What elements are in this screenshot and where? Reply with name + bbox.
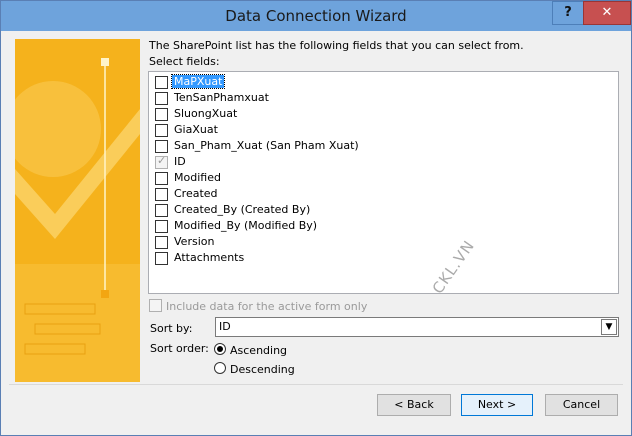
sort-by-label: Sort by: <box>150 322 193 335</box>
checkbox[interactable] <box>155 220 168 233</box>
field-label: TenSanPhamxuat <box>174 91 269 104</box>
field-label: Created_By (Created By) <box>174 203 311 216</box>
sort-order-label: Sort order: <box>150 342 209 355</box>
field-list[interactable]: CKL.VN MaPXuat TenSanPhamxuat SluongXuat… <box>148 71 619 298</box>
separator <box>9 384 623 385</box>
radio-label: Ascending <box>230 344 288 357</box>
close-button[interactable]: ✕ <box>583 1 631 25</box>
cancel-button[interactable]: Cancel <box>545 394 618 416</box>
title-bar[interactable]: Data Connection Wizard ? ✕ <box>1 1 631 31</box>
field-label: Version <box>174 235 215 248</box>
sort-by-value: ID <box>219 320 231 333</box>
radio-label: Descending <box>230 363 295 376</box>
checkbox <box>155 154 168 169</box>
sort-by-select[interactable]: ID ▼ <box>215 317 619 337</box>
checkbox[interactable] <box>155 76 168 89</box>
include-label: Include data for the active form only <box>166 300 368 313</box>
wizard-side-graphic <box>15 39 140 382</box>
checkbox[interactable] <box>155 172 168 185</box>
field-label: MaPXuat <box>170 74 226 89</box>
watermark: CKL.VN <box>428 236 479 298</box>
checkbox[interactable] <box>155 188 168 201</box>
intro-text: The SharePoint list has the following fi… <box>149 39 524 52</box>
include-active-form-option: Include data for the active form only <box>149 297 367 313</box>
checkbox[interactable] <box>155 124 168 137</box>
checkbox[interactable] <box>155 236 168 249</box>
window-title: Data Connection Wizard <box>225 7 407 25</box>
help-button[interactable]: ? <box>552 1 584 25</box>
radio-descending[interactable]: Descending <box>214 361 295 376</box>
field-label: Attachments <box>174 251 245 264</box>
field-label: Modified <box>174 171 221 184</box>
field-label: San_Pham_Xuat (San Pham Xuat) <box>174 139 359 152</box>
next-button[interactable]: Next > <box>461 394 533 416</box>
field-label: SluongXuat <box>174 107 238 120</box>
field-label: Modified_By (Modified By) <box>174 219 318 232</box>
checkbox[interactable] <box>155 108 168 121</box>
field-label: Created <box>174 187 218 200</box>
checkbox[interactable] <box>155 204 168 217</box>
checkbox[interactable] <box>155 140 168 153</box>
radio-button[interactable] <box>214 343 226 355</box>
field-label: GiaXuat <box>174 123 218 136</box>
wizard-window: Data Connection Wizard ? ✕ The SharePoin… <box>0 0 632 436</box>
field-label: ID <box>174 155 186 168</box>
radio-button[interactable] <box>214 362 226 374</box>
checkbox[interactable] <box>155 92 168 105</box>
dialog-body: The SharePoint list has the following fi… <box>9 31 623 427</box>
back-button[interactable]: < Back <box>377 394 451 416</box>
select-fields-label: Select fields: <box>149 55 220 68</box>
include-checkbox <box>149 299 162 312</box>
checkbox[interactable] <box>155 252 168 265</box>
radio-ascending[interactable]: Ascending <box>214 342 287 357</box>
chevron-down-icon[interactable]: ▼ <box>601 319 617 335</box>
